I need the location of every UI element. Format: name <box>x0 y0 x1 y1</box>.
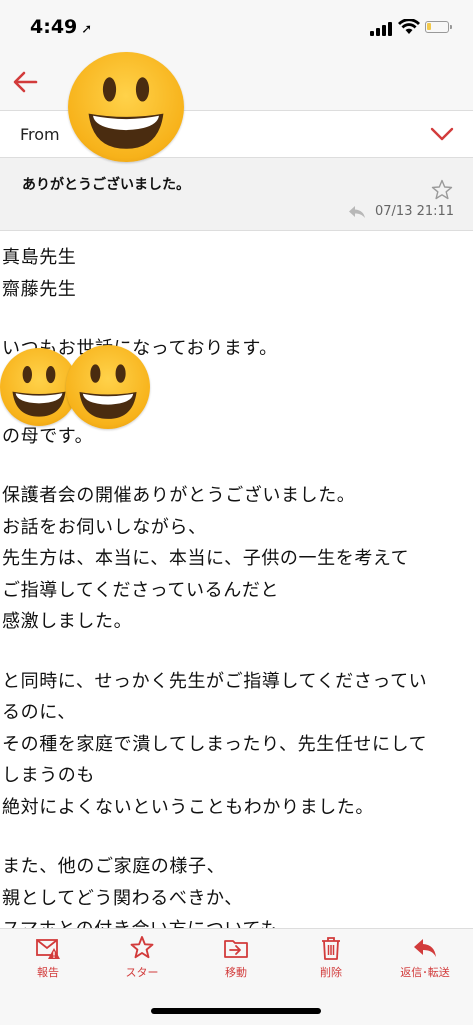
from-label: From <box>20 125 60 144</box>
body-line: しまうのも <box>2 765 95 786</box>
reply-forward-icon <box>414 939 436 957</box>
mail-subject: ありがとうございました。 <box>22 177 190 193</box>
chevron-down-icon[interactable] <box>428 123 456 145</box>
move-button[interactable]: 移動 <box>196 935 276 985</box>
star-label: スター <box>125 966 159 979</box>
body-line: 感激しました。 <box>2 611 133 632</box>
star-icon <box>130 936 154 959</box>
battery-icon <box>425 21 452 33</box>
clock-text: 4:49 <box>30 16 78 38</box>
reply-forward-button[interactable]: 返信･転送 <box>385 935 465 985</box>
mail-date: 07/13 21:11 <box>375 204 455 219</box>
grinning-face-emoji-icon <box>68 52 184 162</box>
status-time: 4:49 ➚ <box>30 16 92 38</box>
back-arrow-icon[interactable] <box>10 66 42 98</box>
trash-icon <box>322 937 340 960</box>
body-line: と同時に、せっかく先生がご指導してくださってい <box>2 670 428 692</box>
move-folder-icon <box>224 940 248 958</box>
battery-level-fill <box>427 23 431 30</box>
report-icon <box>36 939 60 959</box>
subject-area: ありがとうございました。 <box>0 158 473 231</box>
report-label: 報告 <box>37 966 59 979</box>
reply-forward-label: 返信･転送 <box>400 966 450 979</box>
grinning-face-emoji-icon <box>66 345 150 429</box>
delete-label: 削除 <box>320 966 342 979</box>
wifi-icon <box>398 19 420 34</box>
body-line: 保護者会の開催ありがとうございました。 <box>2 485 356 506</box>
move-label: 移動 <box>225 966 247 979</box>
body-line: 真島先生 <box>2 247 77 268</box>
body-line: るのに、 <box>2 702 76 723</box>
body-line: その種を家庭で潰してしまったり、先生任せにして <box>2 733 428 755</box>
body-line: ご指導してくださっているんだと <box>2 579 280 601</box>
delete-button[interactable]: 削除 <box>291 935 371 985</box>
home-indicator <box>151 1008 321 1014</box>
cellular-signal-icon <box>370 22 394 36</box>
body-line: お話をお伺いしながら、 <box>2 516 207 538</box>
status-bar: 4:49 ➚ <box>0 0 473 56</box>
body-line: 齋藤先生 <box>2 278 77 300</box>
body-line: 先生方は、本当に、本当に、子供の一生を考えて <box>2 548 410 569</box>
reply-icon <box>349 206 365 218</box>
location-arrow-icon: ➚ <box>81 22 93 37</box>
body-line: 親としてどう関わるべきか、 <box>2 887 243 909</box>
star-outline-icon[interactable] <box>430 178 454 202</box>
body-line: 絶対によくないということもわかりました。 <box>2 796 374 818</box>
star-button[interactable]: スター <box>102 935 182 985</box>
report-button[interactable]: 報告 <box>8 935 88 985</box>
body-line: また、他のご家庭の様子、 <box>2 856 226 877</box>
